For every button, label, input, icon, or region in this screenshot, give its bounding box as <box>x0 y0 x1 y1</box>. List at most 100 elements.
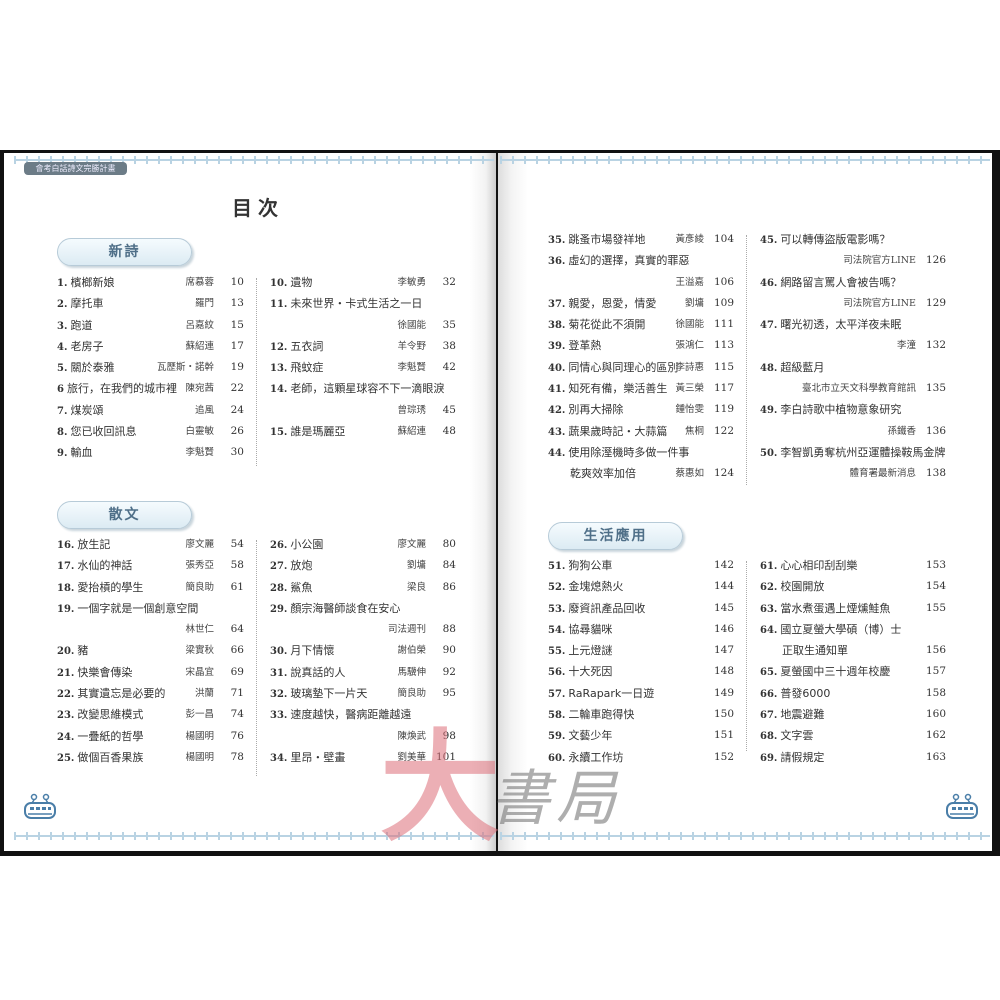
toc-entry[interactable]: 39. 登革熱 張鴻仁 113 <box>548 335 734 356</box>
toc-entry[interactable]: 13. 飛蚊症 李魁賢 42 <box>270 357 456 378</box>
toc-entry[interactable]: 69. 請假規定 163 <box>760 747 946 768</box>
entry-author: 蔡惠如 <box>675 468 704 480</box>
toc-entry[interactable]: 40. 同情心與同理心的區別 李詩惠 115 <box>548 357 734 378</box>
toc-entry-continuation[interactable]: 司法院官方LINE 129 <box>760 293 946 314</box>
toc-entry-continuation[interactable]: 體育署最新消息 138 <box>760 463 946 484</box>
toc-entry[interactable]: 1. 檳榔新娘 席慕蓉 10 <box>57 272 244 293</box>
toc-entry-continuation[interactable]: 林世仁 64 <box>57 619 244 640</box>
toc-entry[interactable]: 37. 親愛，恩愛，情愛 劉墉 109 <box>548 293 734 314</box>
toc-entry[interactable]: 8. 您已收回訊息 白靈敏 26 <box>57 421 244 442</box>
series-tag: 會考白話詩文完勝計畫 <box>24 162 127 175</box>
toc-entry[interactable]: 24. 一疊紙的哲學 楊國明 76 <box>57 726 244 747</box>
toc-entry[interactable]: 54. 協尋貓咪 146 <box>548 619 734 640</box>
toc-entry[interactable]: 26. 小公園 廖文麗 80 <box>270 534 456 555</box>
toc-entry[interactable]: 48. 超級藍月 <box>760 357 946 378</box>
toc-entry[interactable]: 38. 菊花從此不須開 徐國能 111 <box>548 314 734 335</box>
entry-author: 張鴻仁 <box>675 340 704 352</box>
entry-title: 當水煮蛋遇上煙燻鮭魚 <box>780 601 891 615</box>
entry-number: 56. <box>548 667 566 679</box>
toc-entry[interactable]: 36. 虛幻的選擇，真實的罪惡 <box>548 250 734 271</box>
entry-title: 檳榔新娘 <box>70 276 115 289</box>
toc-entry[interactable]: 27. 放炮 劉墉 84 <box>270 555 456 576</box>
toc-entry[interactable]: 23. 改變思維模式 彭一昌 74 <box>57 704 244 725</box>
toc-entry[interactable]: 43. 蔬果歲時記・大蒜篇 焦桐 122 <box>548 421 734 442</box>
toc-entry[interactable]: 47. 曙光初透，太平洋夜未眠 <box>760 314 946 335</box>
entry-title: 菊花從此不須開 <box>568 318 646 332</box>
toc-entry[interactable]: 11. 未來世界・卡式生活之一日 <box>270 293 456 314</box>
toc-entry[interactable]: 66. 普發6000 158 <box>760 683 946 704</box>
toc-entry[interactable]: 28. 鯊魚 梁良 86 <box>270 577 456 598</box>
toc-entry-continuation[interactable]: 臺北市立天文科學教育館訊 135 <box>760 378 946 399</box>
toc-entry[interactable]: 3. 跑道 呂嘉紋 15 <box>57 315 244 336</box>
toc-entry[interactable]: 22. 其實遺忘是必要的 洪蘭 71 <box>57 683 244 704</box>
toc-entry[interactable]: 55. 上元燈謎 147 <box>548 640 734 661</box>
toc-entry[interactable]: 14. 老師，這顆星球容不下一滴眼淚 <box>270 378 456 399</box>
entry-page-number: 35 <box>442 318 456 331</box>
toc-entry[interactable]: 20. 豬 梁實秋 66 <box>57 640 244 661</box>
toc-entry-continuation[interactable]: 王溢嘉 106 <box>548 272 734 293</box>
toc-entry[interactable]: 50. 李智凱勇奪杭州亞運體操鞍馬金牌 <box>760 442 946 463</box>
entry-author: 司法院官方LINE <box>843 255 916 267</box>
toc-entry[interactable]: 46. 網路留言罵人會被告嗎？ <box>760 272 946 293</box>
toc-entry[interactable]: 5. 關於泰雅 瓦歷斯・諾幹 19 <box>57 357 244 378</box>
entry-page-number: 38 <box>442 339 456 352</box>
toc-entry-continuation[interactable]: 正取生通知單 156 <box>760 640 946 661</box>
entry-title: 關於泰雅 <box>70 361 115 375</box>
toc-entry[interactable]: 15. 誰是瑪麗亞 蘇紹連 48 <box>270 421 456 442</box>
entry-author: 王溢嘉 <box>675 276 704 288</box>
entry-number: 67. <box>760 710 778 722</box>
entry-author: 梁良 <box>406 581 426 593</box>
toc-entry[interactable]: 45. 可以轉傳盜版電影嗎？ <box>760 229 946 250</box>
toc-entry[interactable]: 52. 金塊熄熱火 144 <box>548 576 734 597</box>
toc-entry[interactable]: 44. 使用除溼機時多做一件事 <box>548 442 734 463</box>
entry-page-number: 88 <box>442 623 456 636</box>
toc-entry-continuation[interactable]: 司法週刊 88 <box>270 619 456 640</box>
entry-number: 2. <box>57 299 68 311</box>
toc-entry-continuation[interactable]: 乾爽效率加倍 蔡惠如 124 <box>548 463 734 484</box>
toc-entry[interactable]: 59. 文藝少年 151 <box>548 725 734 746</box>
toc-entry[interactable]: 56. 十大死因 148 <box>548 661 734 682</box>
toc-entry[interactable]: 12. 五衣詞 羊令野 38 <box>270 336 456 357</box>
entry-number: 45. <box>760 235 778 246</box>
toc-entry-continuation[interactable]: 李潼 132 <box>760 335 946 356</box>
toc-entry[interactable]: 64. 國立夏螢大學碩（博）士 <box>760 619 946 640</box>
toc-entry-continuation[interactable]: 曾琮琇 45 <box>270 400 456 421</box>
entry-page-number: 26 <box>230 425 244 438</box>
toc-entry[interactable]: 29. 顏宗海醫師談食在安心 <box>270 598 456 619</box>
toc-entry[interactable]: 53. 廢資訊產品回收 145 <box>548 598 734 619</box>
page-title: 目次 <box>232 196 284 220</box>
toc-entry[interactable]: 62. 校園開放 154 <box>760 576 946 597</box>
entry-title-continuation: 乾爽效率加倍 <box>570 467 636 481</box>
toc-entry[interactable]: 67. 地震避難 160 <box>760 704 946 725</box>
toc-entry[interactable]: 51. 狗狗公車 142 <box>548 555 734 576</box>
toc-entry[interactable]: 18. 愛抬槓的學生 簡良助 61 <box>57 577 244 598</box>
toc-entry-continuation[interactable]: 徐國能 35 <box>270 315 456 336</box>
toc-entry[interactable]: 65. 夏螢國中三十週年校慶 157 <box>760 661 946 682</box>
toc-entry[interactable]: 17. 水仙的神話 張秀亞 58 <box>57 555 244 576</box>
toc-entry[interactable]: 25. 做個百香果族 楊國明 78 <box>57 747 244 768</box>
toc-entry[interactable]: 57. RaRapark一日遊 149 <box>548 683 734 704</box>
toc-entry-continuation[interactable]: 司法院官方LINE 126 <box>760 250 946 271</box>
toc-entry[interactable]: 2. 摩托車 羅門 13 <box>57 293 244 314</box>
toc-entry[interactable]: 21. 快樂會傳染 宋晶宜 69 <box>57 662 244 683</box>
toc-entry[interactable]: 35. 跳蚤市場發祥地 黃彥綾 104 <box>548 229 734 250</box>
toc-entry[interactable]: 68. 文字雲 162 <box>760 725 946 746</box>
toc-entry[interactable]: 42. 別再大掃除 鍾怡雯 119 <box>548 399 734 420</box>
toc-entry[interactable]: 41. 知死有備，樂活善生 黃三榮 117 <box>548 378 734 399</box>
toc-entry[interactable]: 6 旅行，在我們的城市裡 陳宛茜 22 <box>57 378 244 399</box>
entry-number: 19. <box>57 603 75 615</box>
toc-entry[interactable]: 63. 當水煮蛋遇上煙燻鮭魚 155 <box>760 598 946 619</box>
entry-title: 網路留言罵人會被告嗎？ <box>780 275 902 289</box>
toc-entry[interactable]: 61. 心心相印刮刮樂 153 <box>760 555 946 576</box>
toc-entry-continuation[interactable]: 孫鐵香 136 <box>760 421 946 442</box>
toc-entry[interactable]: 16. 放生記 廖文麗 54 <box>57 534 244 555</box>
toc-entry[interactable]: 7. 煤炭頌 追風 24 <box>57 400 244 421</box>
toc-entry[interactable]: 30. 月下情懷 謝伯榮 90 <box>270 640 456 661</box>
toc-entry[interactable]: 58. 二輪車跑得快 150 <box>548 704 734 725</box>
toc-entry[interactable]: 4. 老房子 蘇紹連 17 <box>57 336 244 357</box>
toc-entry[interactable]: 31. 說真話的人 馬驥伸 92 <box>270 662 456 683</box>
toc-entry[interactable]: 10. 遺物 李敏勇 32 <box>270 272 456 293</box>
toc-entry[interactable]: 9. 輸血 李魁賢 30 <box>57 442 244 463</box>
toc-entry[interactable]: 49. 李白詩歌中植物意象研究 <box>760 399 946 420</box>
toc-entry[interactable]: 19. 一個字就是一個創意空間 <box>57 598 244 619</box>
